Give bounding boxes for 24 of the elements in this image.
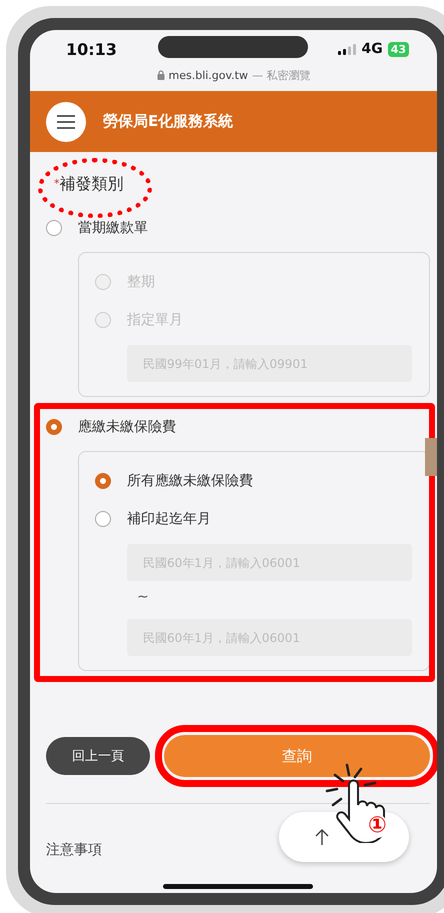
menu-icon	[57, 114, 75, 128]
required-mark: *	[54, 177, 60, 190]
back-button[interactable]: 回上一頁	[46, 737, 150, 775]
signal-icon	[338, 44, 356, 54]
range-separator: ~	[137, 589, 149, 605]
radio-button[interactable]	[46, 220, 62, 236]
browsing-mode: — 私密瀏覽	[252, 68, 310, 82]
lock-icon	[156, 70, 164, 80]
radio-button[interactable]	[46, 419, 62, 435]
option-label[interactable]: 補印起迄年月	[127, 510, 211, 528]
option-label[interactable]: 當期繳款單	[78, 219, 148, 237]
field-label: 補發類別	[60, 174, 124, 195]
radio-button[interactable]	[95, 473, 111, 489]
battery-indicator: 43	[388, 42, 409, 56]
header-title: 勞保局E化服務系統	[103, 112, 234, 131]
option-label[interactable]: 所有應繳未繳保險費	[127, 472, 253, 490]
url-text[interactable]: mes.bli.gov.tw	[168, 68, 248, 82]
option-label[interactable]: 應繳未繳保險費	[78, 418, 176, 436]
network-label: 4G	[361, 41, 383, 57]
notes-heading: 注意事項	[46, 841, 103, 859]
menu-button[interactable]	[46, 102, 86, 142]
up-arrow-icon	[315, 829, 329, 845]
status-time: 10:13	[66, 40, 117, 58]
radio-button[interactable]	[95, 511, 111, 527]
